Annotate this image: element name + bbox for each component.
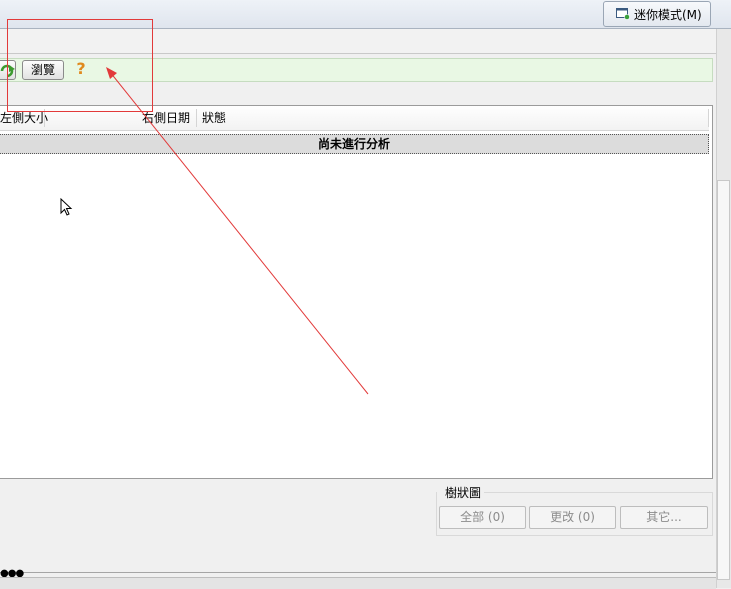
splitter-line[interactable]	[0, 572, 716, 573]
scrollbar-thumb[interactable]	[717, 180, 730, 580]
mouse-cursor-icon	[60, 198, 73, 216]
tree-other-button[interactable]: 其它...	[620, 506, 708, 529]
mini-mode-label: 迷你模式(M)	[634, 7, 702, 22]
analysis-status-row: 尚未進行分析	[0, 134, 709, 154]
mini-mode-button[interactable]: 迷你模式(M)	[603, 1, 711, 27]
file-list-panel[interactable]	[0, 105, 713, 479]
column-separator[interactable]	[196, 109, 197, 127]
annotation-highlight-box	[7, 19, 153, 112]
window-icon	[616, 8, 630, 20]
column-separator[interactable]	[708, 109, 709, 127]
tree-all-button[interactable]: 全部 (0)	[439, 506, 526, 529]
column-header-status[interactable]: 狀態	[202, 106, 226, 130]
tree-changed-button[interactable]: 更改 (0)	[529, 506, 616, 529]
bottom-panel	[0, 577, 716, 589]
tree-view-label: 樹狀圖	[443, 485, 484, 501]
tree-group-border	[484, 492, 713, 493]
